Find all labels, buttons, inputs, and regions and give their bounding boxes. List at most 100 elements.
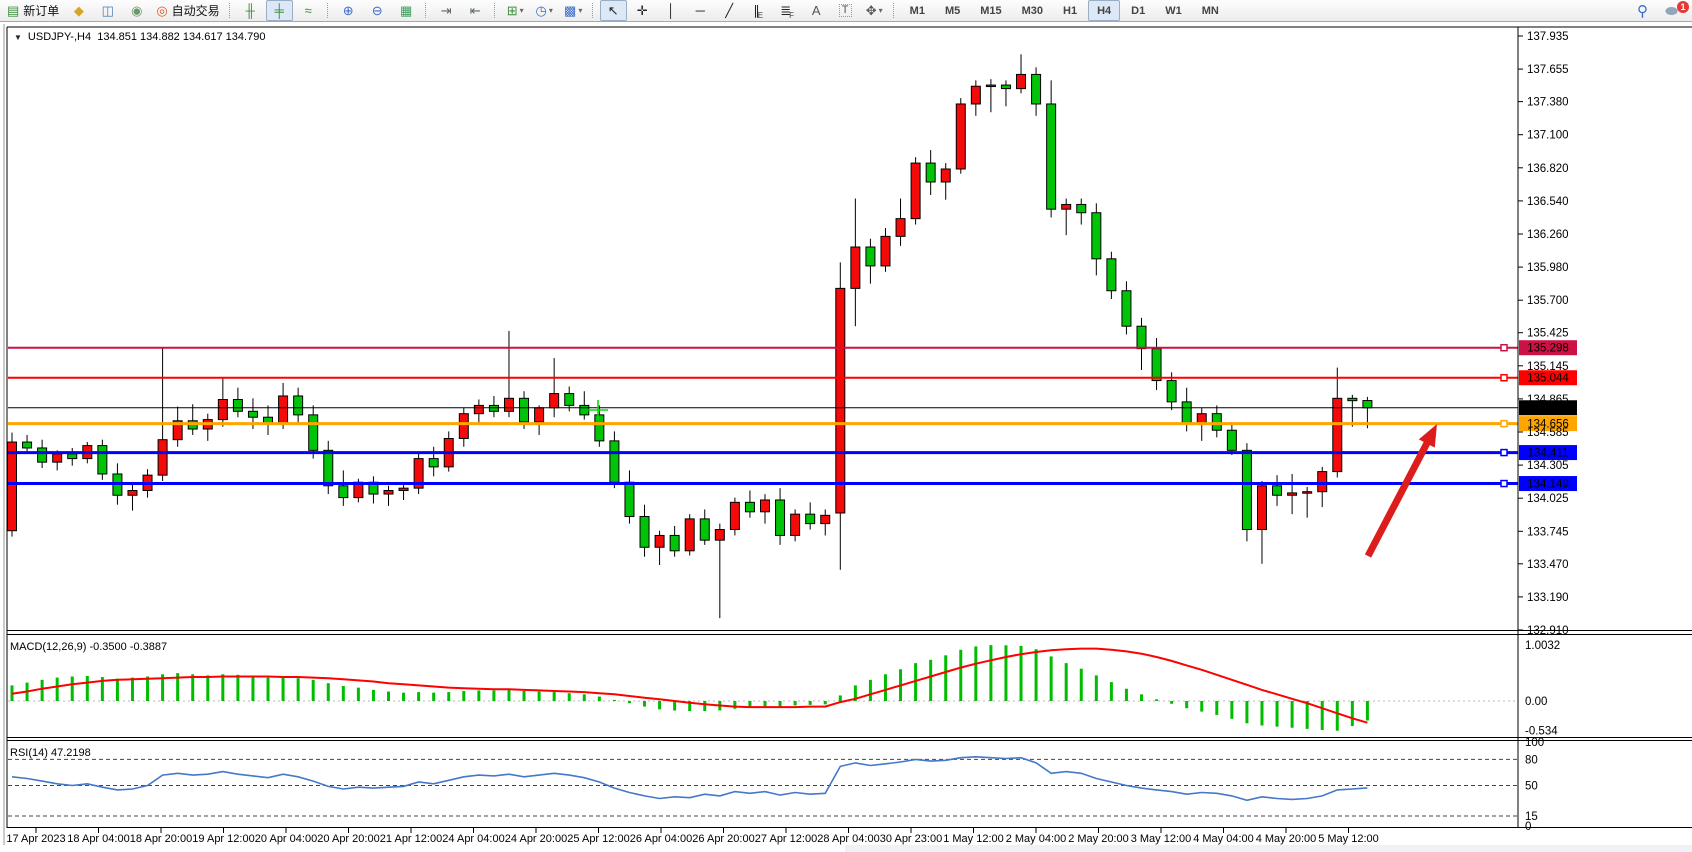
templates-button[interactable]: ▩▾ <box>560 0 587 21</box>
zoom-out-button[interactable]: ⊖ <box>364 0 391 21</box>
toolbar-separator <box>425 3 427 18</box>
auto-scroll-button[interactable]: ⇥ <box>433 0 460 21</box>
support-line-1-handle[interactable] <box>1501 450 1507 456</box>
auto-scroll-icon: ⇥ <box>441 4 452 17</box>
candle-body <box>1227 430 1236 450</box>
timeframe-m5-label: M5 <box>940 5 965 17</box>
channel-button[interactable]: ∥E <box>745 0 772 21</box>
pivot-line-orange-handle[interactable] <box>1501 421 1507 427</box>
candle-body <box>68 454 77 459</box>
auto-trading-button[interactable]: ◎自动交易 <box>152 0 223 21</box>
candlestick-button[interactable]: ╪ <box>266 0 293 21</box>
candle-body <box>806 514 815 523</box>
chart-title: ▼USDJPY-,H4 134.851 134.882 134.617 134.… <box>14 31 265 43</box>
candle-body <box>535 408 544 422</box>
zoom-out-icon: ⊖ <box>372 4 383 17</box>
new-order-button[interactable]: ▤新订单 <box>3 0 63 21</box>
trendline-button[interactable]: ╱ <box>716 0 743 21</box>
text-label-button[interactable]: T <box>832 0 859 21</box>
terminal-button[interactable]: ◫ <box>94 0 121 21</box>
candle-body <box>248 411 257 417</box>
candle-body <box>670 535 679 550</box>
candle-body <box>1288 493 1297 495</box>
candle-body <box>233 399 242 411</box>
magnifier-icon: ⚲ <box>1637 4 1648 19</box>
line-chart-button[interactable]: ≈ <box>295 0 322 21</box>
candle-body <box>1273 486 1282 495</box>
tile-windows-button[interactable]: ▦ <box>393 0 420 21</box>
candlestick-icon: ╪ <box>275 4 284 17</box>
autotrade-funnel-icon: ◎ <box>156 4 167 17</box>
support-line-2-handle[interactable] <box>1501 481 1507 487</box>
timeframe-h4-label: H4 <box>1092 5 1116 17</box>
shapes-arrows-icon: ✥ <box>866 4 877 17</box>
candle-body <box>986 85 995 87</box>
candle-body <box>700 519 709 540</box>
candle-body <box>459 414 468 439</box>
timeframe-h1[interactable]: H1 <box>1054 0 1086 21</box>
candle-body <box>1333 398 1342 471</box>
bar-chart-button[interactable]: ╫ <box>237 0 264 21</box>
time-axis-area[interactable] <box>7 829 1517 852</box>
periods-button[interactable]: ◷▾ <box>531 0 558 21</box>
candle-body <box>1257 486 1266 530</box>
macd-axis-label: 0.00 <box>1525 696 1547 708</box>
candle-body <box>1152 349 1161 381</box>
symbol-period-label: USDJPY-,H4 <box>28 31 91 43</box>
candle-body <box>1212 414 1221 431</box>
rsi-axis-label: 100 <box>1525 737 1544 749</box>
timeframe-m15[interactable]: M15 <box>971 0 1010 21</box>
timeframe-h1-label: H1 <box>1058 5 1082 17</box>
candle-body <box>429 459 438 467</box>
arrows-button[interactable]: ✥▾ <box>861 0 888 21</box>
resistance-line-2-handle[interactable] <box>1501 375 1507 381</box>
cursor-button[interactable]: ↖ <box>600 0 627 21</box>
dropdown-arrow-icon[interactable]: ▾ <box>578 6 582 15</box>
candle-body <box>1318 472 1327 492</box>
chart-template-icon: ▩ <box>564 4 576 17</box>
zoom-in-button[interactable]: ⊕ <box>335 0 362 21</box>
notifications-button[interactable]: ⬬1 <box>1658 1 1685 22</box>
candle-body <box>1167 381 1176 402</box>
symbol-dropdown-icon[interactable]: ▼ <box>14 33 22 42</box>
candle-body <box>1062 204 1071 209</box>
crosshair-button[interactable]: ✛ <box>629 0 656 21</box>
candle-body <box>1107 259 1116 291</box>
toolbar-separator <box>327 3 329 18</box>
macd-indicator-label: MACD(12,26,9) -0.3500 -0.3887 <box>10 641 167 653</box>
dropdown-arrow-icon[interactable]: ▾ <box>879 6 883 15</box>
search-button[interactable]: ⚲ <box>1629 1 1656 22</box>
signals-button[interactable]: ◉ <box>123 0 150 21</box>
timeframe-m5[interactable]: M5 <box>936 0 969 21</box>
timeframe-mn[interactable]: MN <box>1193 0 1228 21</box>
toolbar-separator <box>893 3 895 18</box>
fibonacci-button[interactable]: ≣F <box>774 0 801 21</box>
candle-body <box>595 415 604 441</box>
toolbar-separator <box>229 3 231 18</box>
candle-body <box>911 163 920 219</box>
candle-body <box>685 519 694 551</box>
dropdown-arrow-icon[interactable]: ▾ <box>520 6 524 15</box>
indicators-button[interactable]: ⊞▾ <box>502 0 529 21</box>
candle-body <box>851 247 860 288</box>
timeframe-d1[interactable]: D1 <box>1122 0 1154 21</box>
timeframe-m30[interactable]: M30 <box>1013 0 1052 21</box>
vertical-line-button[interactable]: │ <box>658 0 685 21</box>
timeframe-m1[interactable]: M1 <box>901 0 934 21</box>
dropdown-arrow-icon[interactable]: ▾ <box>549 6 553 15</box>
timeframe-w1[interactable]: W1 <box>1156 0 1191 21</box>
horizontal-line-button[interactable]: ─ <box>687 0 714 21</box>
chart-style-button[interactable]: ◆ <box>65 0 92 21</box>
timeframe-h4[interactable]: H4 <box>1088 0 1120 21</box>
candle-body <box>715 530 724 541</box>
candle-body <box>625 482 634 516</box>
chart-shift-button[interactable]: ⇤ <box>462 0 489 21</box>
candle-body <box>1348 398 1357 400</box>
candle-body <box>1017 74 1026 88</box>
text-button[interactable]: A <box>803 0 830 21</box>
vline-icon: │ <box>667 4 675 17</box>
candle-body <box>1047 104 1056 209</box>
candle-body <box>640 517 649 548</box>
resistance-line-1-handle[interactable] <box>1501 345 1507 351</box>
chart-shift-icon: ⇤ <box>470 4 481 17</box>
